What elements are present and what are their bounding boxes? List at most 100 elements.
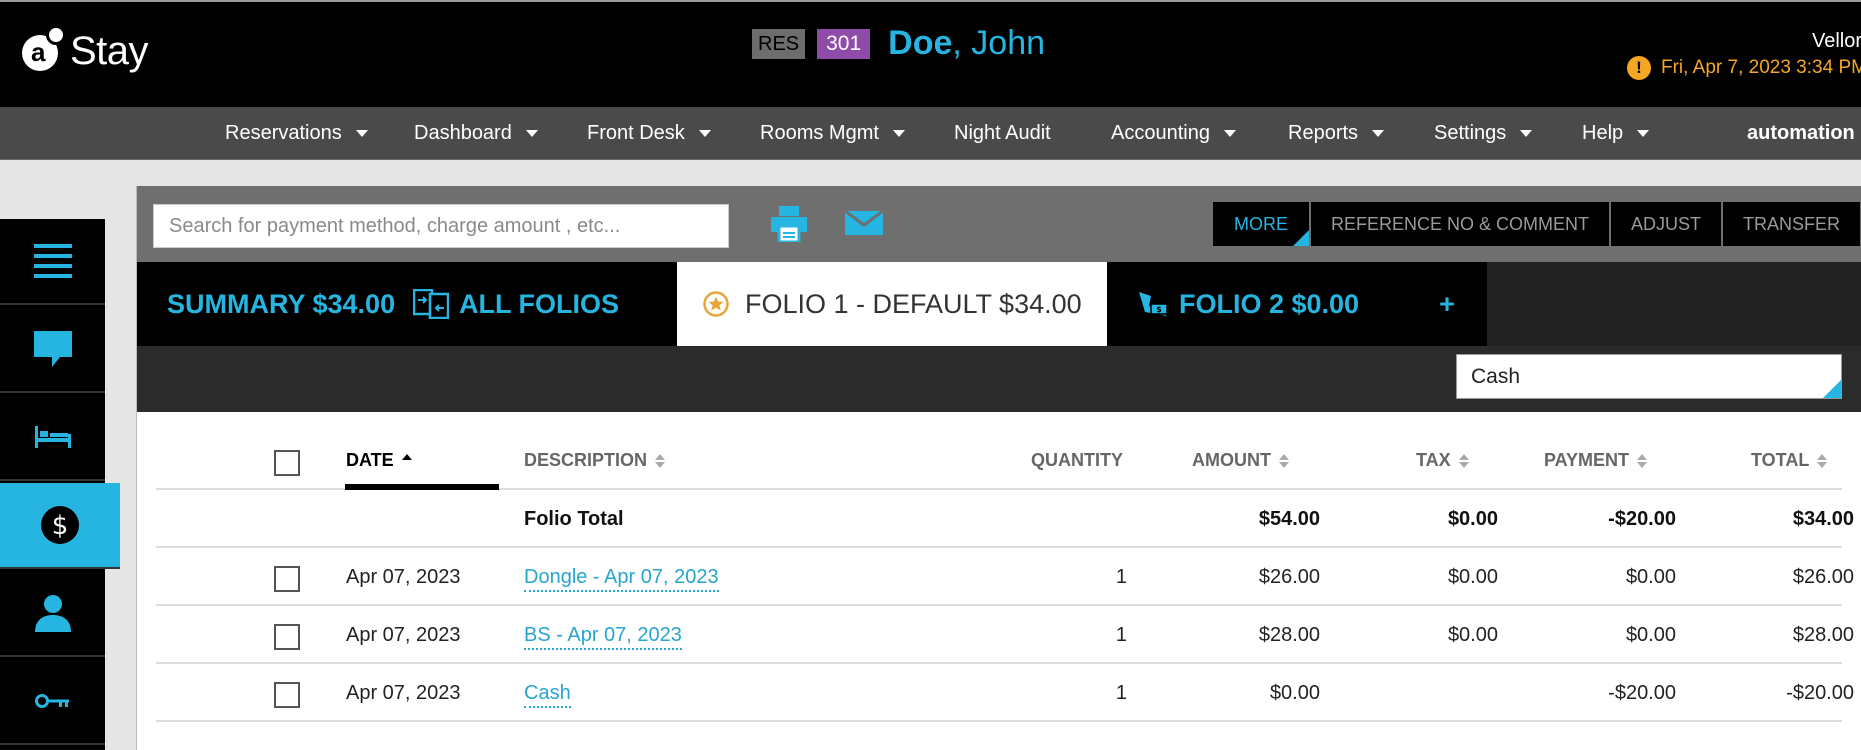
column-date[interactable]: DATE (346, 450, 412, 471)
tab-summary[interactable]: SUMMARY $34.00 (137, 262, 397, 346)
column-tax[interactable]: TAX (1416, 450, 1469, 471)
tab-folio-1[interactable]: FOLIO 1 - DEFAULT $34.00 (677, 262, 1107, 346)
column-quantity-label: QUANTITY (1031, 450, 1123, 470)
chevron-down-icon (892, 130, 905, 138)
row-tax: $0.00 (1447, 566, 1498, 588)
row-quantity: 1 (1115, 682, 1127, 704)
column-description[interactable]: DESCRIPTION (524, 450, 666, 471)
table-row[interactable]: Apr 07, 2023 Dongle - Apr 07, 2023 1 $26… (156, 548, 1854, 606)
sidebar-item-messages[interactable] (0, 307, 105, 393)
search-input[interactable] (153, 204, 729, 248)
add-icon: + (1439, 288, 1455, 319)
sort-asc-icon (401, 454, 412, 468)
top-bar: a Stay RES 301 Doe, John Vellor ! Fri, A… (0, 0, 1861, 107)
row-payment: -$20.00 (1608, 682, 1676, 704)
table-row[interactable]: Apr 07, 2023 Cash 1 $0.00 -$20.00 -$20.0… (156, 664, 1854, 722)
chevron-down-icon (1520, 130, 1533, 138)
row-amount: $26.00 (1258, 566, 1320, 588)
payment-filter-select[interactable]: Cash (1456, 354, 1842, 399)
nav-label: Accounting (1111, 122, 1210, 144)
print-icon[interactable] (771, 206, 807, 242)
column-tax-label: TAX (1416, 450, 1451, 470)
logo-mark: a (22, 25, 66, 71)
chevron-down-icon (355, 130, 368, 138)
sidebar-item-rooms[interactable] (0, 395, 105, 481)
table-row[interactable]: Apr 07, 2023 BS - Apr 07, 2023 1 $28.00 … (156, 606, 1854, 664)
sort-icon (1458, 454, 1469, 469)
add-folio-button[interactable]: + (1387, 262, 1487, 346)
nav-accounting[interactable]: Accounting (1111, 107, 1236, 160)
nav-label: Front Desk (587, 122, 685, 144)
transfer-button[interactable]: TRANSFER (1723, 202, 1861, 246)
row-quantity: 1 (1115, 566, 1127, 588)
sidebar-item-keys[interactable] (0, 659, 105, 745)
nav-settings[interactable]: Settings (1434, 107, 1533, 160)
select-all-checkbox[interactable] (274, 450, 300, 476)
folio-actions: MORE REFERENCE NO & COMMENT ADJUST TRANS… (1213, 202, 1861, 246)
alert-icon: ! (1627, 56, 1651, 80)
row-payment: $0.00 (1625, 624, 1676, 646)
tab-folio-2[interactable]: $ FOLIO 2 $0.00 (1107, 262, 1387, 346)
folio-total-total: $34.00 (1792, 508, 1854, 530)
folio-total-tax: $0.00 (1447, 508, 1498, 530)
row-checkbox[interactable] (274, 624, 300, 650)
chat-icon (33, 331, 72, 367)
column-total-label: TOTAL (1751, 450, 1810, 470)
tab-all-folios[interactable]: ALL FOLIOS (397, 262, 677, 346)
nav-label: Reservations (225, 122, 342, 144)
nav-label: Rooms Mgmt (760, 122, 879, 144)
nav-front-desk[interactable]: Front Desk (587, 107, 711, 160)
folio-total-payment: -$20.00 (1608, 508, 1676, 530)
row-date: Apr 07, 2023 (346, 624, 461, 646)
room-badge: 301 (817, 28, 871, 59)
row-description-link[interactable]: BS - Apr 07, 2023 (524, 624, 682, 650)
sidebar-item-profile[interactable] (0, 571, 105, 657)
nav-dashboard[interactable]: Dashboard (414, 107, 538, 160)
reference-comment-button[interactable]: REFERENCE NO & COMMENT (1311, 202, 1610, 246)
svg-text:$: $ (52, 511, 69, 541)
sidebar-item-folio[interactable]: $ (0, 483, 120, 569)
column-amount-label: AMOUNT (1192, 450, 1271, 470)
sidebar-item-list[interactable] (0, 219, 105, 305)
column-quantity: QUANTITY (1031, 450, 1123, 471)
email-icon[interactable] (845, 211, 883, 235)
row-description-link[interactable]: Cash (524, 682, 571, 708)
nav-night-audit[interactable]: Night Audit (954, 107, 1051, 160)
dollar-icon: $ (41, 506, 79, 544)
folio-total-label: Folio Total (524, 508, 624, 530)
nav-label: Dashboard (414, 122, 512, 144)
nav-reservations[interactable]: Reservations (225, 107, 368, 160)
nav-user[interactable]: automation (1747, 107, 1855, 160)
business-date: Fri, Apr 7, 2023 3:34 PM (1661, 57, 1861, 78)
guest-name[interactable]: Doe, John (888, 24, 1045, 63)
alert[interactable]: ! Fri, Apr 7, 2023 3:34 PM (1627, 56, 1861, 80)
row-checkbox[interactable] (274, 566, 300, 592)
folio-total-row: Folio Total $54.00 $0.00 -$20.00 $34.00 (156, 490, 1854, 548)
nav-reports[interactable]: Reports (1288, 107, 1385, 160)
sort-icon (655, 454, 666, 469)
nav-help[interactable]: Help (1582, 107, 1650, 160)
more-button[interactable]: MORE (1213, 202, 1309, 246)
star-circle-icon (703, 291, 729, 317)
tab-folio-2-label: FOLIO 2 $0.00 (1179, 288, 1360, 319)
chevron-down-icon (1372, 130, 1385, 138)
nav-rooms-mgmt[interactable]: Rooms Mgmt (760, 107, 905, 160)
row-total: -$20.00 (1786, 682, 1854, 704)
sort-icon (1817, 454, 1828, 469)
property-name[interactable]: Vellor (1812, 30, 1861, 53)
filter-bar: Cash (137, 346, 1861, 412)
adjust-button[interactable]: ADJUST (1611, 202, 1722, 246)
column-payment[interactable]: PAYMENT (1544, 450, 1648, 471)
row-date: Apr 07, 2023 (346, 566, 461, 588)
column-amount[interactable]: AMOUNT (1192, 450, 1289, 471)
column-total[interactable]: TOTAL (1751, 450, 1828, 471)
row-payment: $0.00 (1625, 566, 1676, 588)
tab-all-folios-label: ALL FOLIOS (459, 288, 619, 319)
tab-folio-1-label: FOLIO 1 - DEFAULT $34.00 (745, 288, 1082, 319)
row-checkbox[interactable] (274, 682, 300, 708)
logo[interactable]: a Stay (22, 16, 149, 73)
guest-last-name: Doe (888, 24, 953, 62)
tab-summary-label: SUMMARY $34.00 (167, 288, 396, 319)
row-description-link[interactable]: Dongle - Apr 07, 2023 (524, 566, 719, 592)
nav-label: Reports (1288, 122, 1359, 144)
